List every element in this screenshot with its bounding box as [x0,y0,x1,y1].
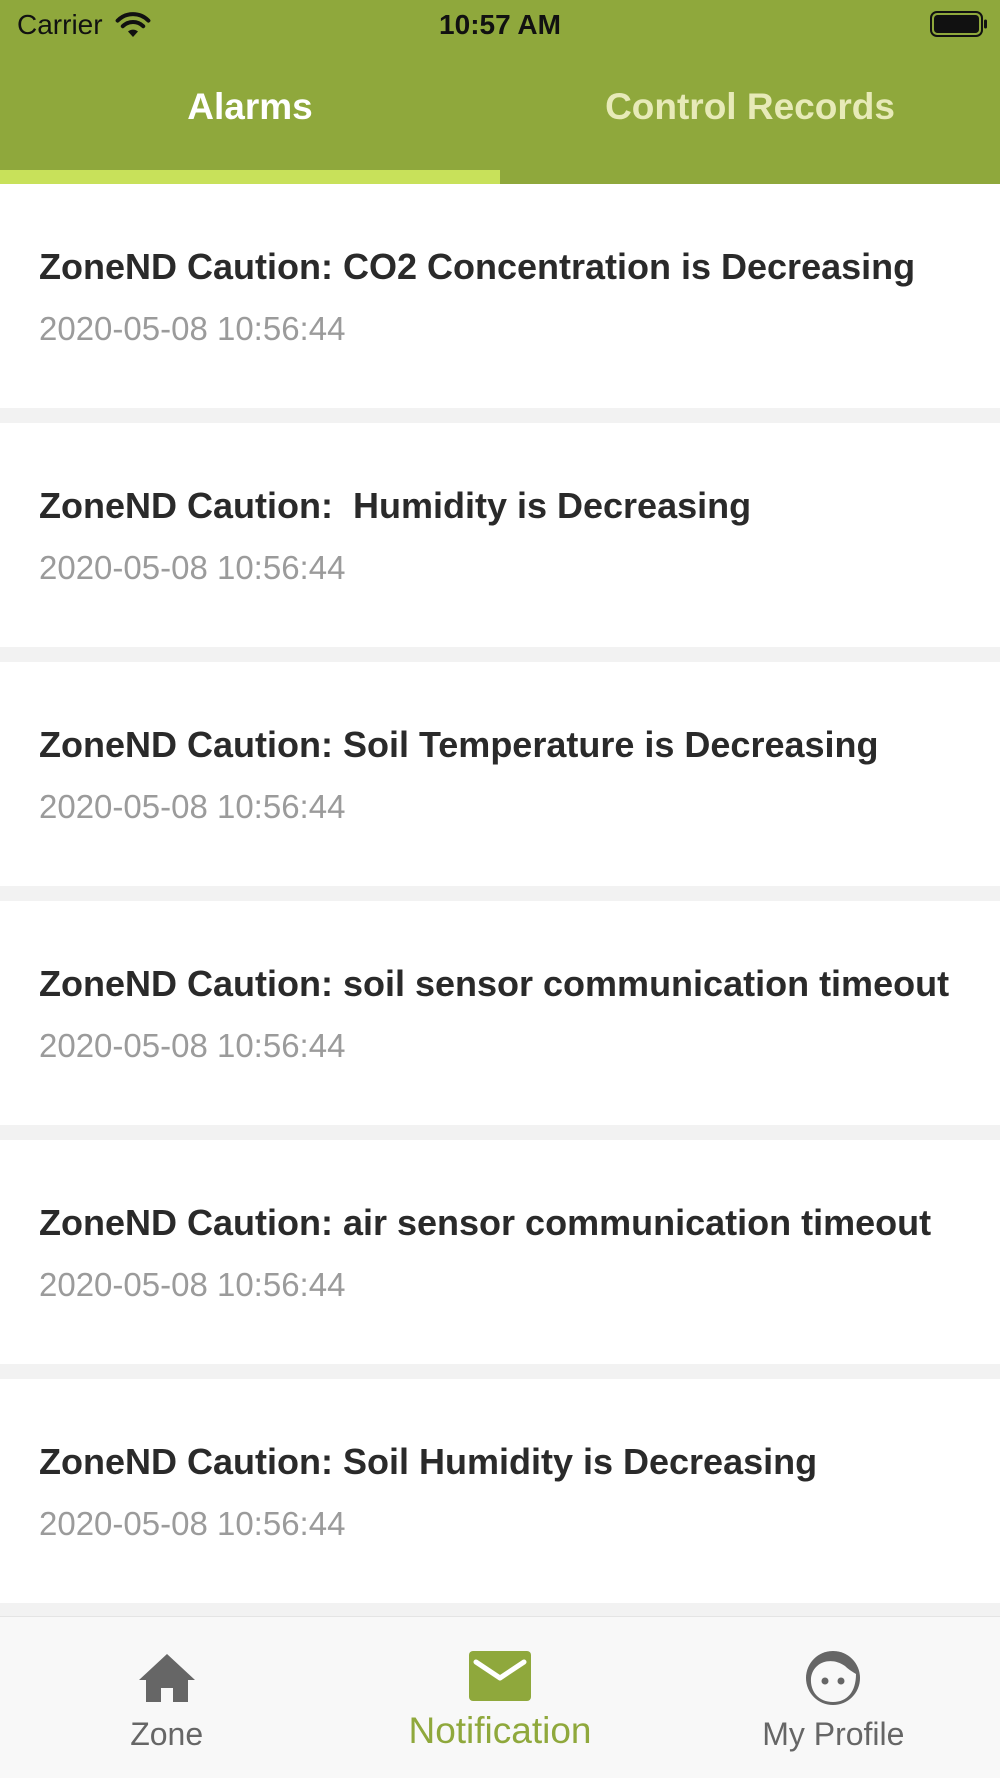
tabbar-item-notification[interactable]: Notification [333,1617,666,1778]
alarm-list-item[interactable]: ZoneND Caution: Humidity is Decreasing 2… [0,423,1000,647]
tabbar-label-notification: Notification [408,1710,592,1751]
alarm-timestamp: 2020-05-08 10:56:44 [39,548,346,586]
bottom-tab-bar: Zone Notification My Profile [0,1616,1000,1778]
alarm-title: ZoneND Caution: soil sensor communicatio… [39,962,950,1004]
tabbar-label-zone: Zone [130,1716,204,1752]
status-bar: Carrier 10:57 AM [0,0,1000,52]
tabbar-item-zone[interactable]: Zone [0,1617,333,1778]
alarm-timestamp: 2020-05-08 10:56:44 [39,1026,346,1064]
tab-control-records[interactable]: Control Records [500,52,1000,184]
alarm-title: ZoneND Caution: air sensor communication… [39,1201,932,1243]
home-icon [138,1654,195,1702]
tab-alarms[interactable]: Alarms [0,52,500,184]
mail-icon [468,1651,531,1701]
tab-alarms-label: Alarms [187,86,313,127]
tab-control-records-label: Control Records [605,86,895,127]
header: Carrier 10:57 AM Alarms Control Records [0,0,1000,184]
alarm-list-item[interactable]: ZoneND Caution: soil sensor communicatio… [0,901,1000,1125]
alarm-list-item[interactable]: ZoneND Caution: CO2 Concentration is Dec… [0,184,1000,408]
alarm-timestamp: 2020-05-08 10:56:44 [39,1504,346,1542]
status-time: 10:57 AM [439,9,561,40]
alarm-timestamp: 2020-05-08 10:56:44 [39,309,346,347]
alarm-list-item[interactable]: ZoneND Caution: Soil Humidity is Decreas… [0,1379,1000,1603]
alarm-title: ZoneND Caution: Soil Humidity is Decreas… [39,1440,818,1482]
alarm-list-item[interactable]: ZoneND Caution: Soil Temperature is Decr… [0,662,1000,886]
battery-icon [930,11,987,37]
tabbar-item-my-profile[interactable]: My Profile [667,1617,1000,1778]
alarm-title: ZoneND Caution: Humidity is Decreasing [39,484,752,526]
alarm-timestamp: 2020-05-08 10:56:44 [39,1265,346,1303]
segment-tabs: Alarms Control Records [0,52,1000,184]
alarm-list: ZoneND Caution: CO2 Concentration is Dec… [0,184,1000,1618]
alarm-timestamp: 2020-05-08 10:56:44 [39,787,346,825]
alarm-title: ZoneND Caution: CO2 Concentration is Dec… [39,245,916,287]
alarm-title: ZoneND Caution: Soil Temperature is Decr… [39,723,879,765]
tab-active-indicator [0,170,500,184]
screen: Carrier 10:57 AM Alarms Control Records … [0,0,1000,1778]
tabbar-label-my-profile: My Profile [762,1716,905,1752]
face-icon [806,1651,861,1705]
alarm-list-item[interactable]: ZoneND Caution: air sensor communication… [0,1140,1000,1364]
